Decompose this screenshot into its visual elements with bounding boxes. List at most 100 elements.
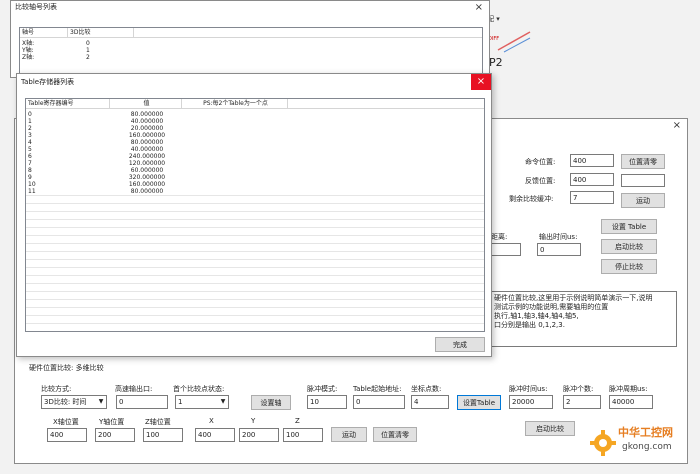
compare-count-label: 剩余比较缓冲: (509, 195, 554, 203)
xpos-field[interactable]: 400 (47, 428, 87, 442)
distance-field[interactable] (491, 243, 521, 256)
grid-line (26, 275, 484, 276)
register-index-cell: 7 (28, 160, 32, 167)
axis-list-view[interactable]: 轴号 3D比较 X轴: 0 Y轴: 1 Z轴: 2 (19, 27, 483, 77)
pos-clear2-button[interactable]: 位置清零 (373, 427, 417, 442)
enc-pos-field[interactable]: 400 (570, 173, 614, 186)
zpos-field[interactable]: 100 (143, 428, 183, 442)
column-header[interactable]: 轴号 (20, 28, 68, 38)
stop-compare-button[interactable]: 停止比较 (601, 259, 657, 274)
column-header[interactable]: PS:每2个Table为一个点 (182, 99, 288, 109)
cmd-pos-label: 命令位置: (525, 158, 556, 166)
z-field[interactable]: 100 (283, 428, 323, 442)
enc-pos-label: 反馈位置: (525, 177, 556, 185)
register-index-cell: 8 (28, 167, 32, 174)
grid-line (26, 243, 484, 244)
compare-mode-select[interactable]: 3D比较: 时间 ▼ (41, 395, 107, 409)
register-value-cell: 240.000000 (128, 153, 166, 160)
column-header[interactable]: 值 (110, 99, 182, 109)
watermark: 中华工控网 gkong.com (590, 420, 696, 464)
pulse-mode-field[interactable]: 10 (307, 395, 347, 409)
axis-list-title: 比较轴号列表 (11, 1, 489, 15)
table-row[interactable]: 5 40.000000 (26, 146, 484, 153)
register-index-cell: 1 (28, 118, 32, 125)
point-count-field[interactable]: 4 (411, 395, 449, 409)
first-state-value: 1 (178, 398, 183, 406)
x-label: X (209, 417, 214, 425)
grid-line (26, 267, 484, 268)
register-index-cell: 10 (28, 181, 36, 188)
register-value-cell: 80.000000 (130, 188, 164, 195)
pulse-mode-label: 脉冲模式: (307, 385, 338, 393)
run-button[interactable]: 运动 (621, 193, 665, 208)
table-row[interactable]: X轴: 0 (20, 40, 482, 47)
set-table-button[interactable]: 设置 Table (601, 219, 657, 234)
table-row[interactable]: 6 240.000000 (26, 153, 484, 160)
table-list-window: Table存储器列表 × Table寄存器编号 值 PS:每2个Table为一个… (16, 73, 492, 357)
main-close-icon[interactable]: × (673, 119, 681, 133)
start-compare2-button[interactable]: 启动比较 (525, 421, 575, 436)
ypos-field[interactable]: 200 (95, 428, 135, 442)
background-label: P2 (489, 56, 503, 69)
table-row[interactable]: 4 80.000000 (26, 139, 484, 146)
table-row[interactable]: 11 80.000000 (26, 188, 484, 195)
run2-button[interactable]: 运动 (331, 427, 367, 442)
y-field[interactable]: 200 (239, 428, 279, 442)
column-header[interactable]: Table寄存器编号 (26, 99, 110, 109)
table-list-title: Table存储器列表 (17, 74, 491, 90)
first-state-select[interactable]: 1 ▼ (175, 395, 229, 409)
cmd-pos-field[interactable]: 400 (570, 154, 614, 167)
pos-clear-button[interactable]: 位置清零 (621, 154, 665, 169)
pulse-time2-field[interactable]: 20000 (509, 395, 553, 409)
done-button[interactable]: 完成 (435, 337, 485, 352)
set-axis-button[interactable]: 设置轴 (251, 395, 291, 410)
table-start-field[interactable]: 0 (353, 395, 405, 409)
compare-mode-value: 3D比较: 时间 (44, 398, 87, 406)
table-start-label: Table起始地址: (353, 385, 402, 393)
grid-line (26, 195, 484, 196)
register-index-cell: 9 (28, 174, 32, 181)
gear-logo-icon (590, 430, 616, 456)
register-index-cell: 2 (28, 125, 32, 132)
compare-count-field[interactable]: 7 (570, 191, 614, 204)
register-index-cell: 0 (28, 111, 32, 118)
register-value-cell: 120.000000 (128, 160, 166, 167)
hs-output-field[interactable]: 0 (116, 395, 168, 409)
extra-field[interactable] (621, 174, 665, 187)
grid-line (26, 323, 484, 324)
x-field[interactable]: 400 (195, 428, 235, 442)
grid-line (26, 251, 484, 252)
grid-line (26, 299, 484, 300)
table-row[interactable]: 2 20.000000 (26, 125, 484, 132)
pulse-time-field[interactable]: 0 (537, 243, 581, 256)
pulse-count-label: 脉冲个数: (563, 385, 594, 393)
grid-line (26, 283, 484, 284)
table-list-header: Table寄存器编号 值 PS:每2个Table为一个点 (26, 99, 484, 109)
table-list-close-icon[interactable]: × (471, 74, 491, 90)
register-value-cell: 20.000000 (130, 125, 164, 132)
column-header[interactable]: 3D比较 (68, 28, 134, 38)
pulse-count-field[interactable]: 2 (563, 395, 601, 409)
first-state-label: 首个比较点状态: (173, 385, 225, 393)
table-row[interactable]: 1 40.000000 (26, 118, 484, 125)
grid-line (26, 203, 484, 204)
axis-list-close-icon[interactable]: × (475, 1, 483, 15)
grid-line (26, 235, 484, 236)
table-row[interactable]: 0 80.000000 (26, 111, 484, 118)
table-row[interactable]: 9 320.000000 (26, 174, 484, 181)
table-row[interactable]: Z轴: 2 (20, 54, 482, 61)
register-value-cell: 80.000000 (130, 111, 164, 118)
pulse-period-field[interactable]: 40000 (609, 395, 653, 409)
register-value-cell: 80.000000 (130, 139, 164, 146)
table-row[interactable]: 8 60.000000 (26, 167, 484, 174)
table-list-view[interactable]: Table寄存器编号 值 PS:每2个Table为一个点 0 80.000000 1… (25, 98, 485, 332)
start-compare-button[interactable]: 启动比较 (601, 239, 657, 254)
table-row[interactable]: Y轴: 1 (20, 47, 482, 54)
table-row[interactable]: 10 160.000000 (26, 181, 484, 188)
set-table2-button[interactable]: 设置Table (457, 395, 501, 410)
pulse-time-label: 输出时间us: (539, 233, 578, 241)
table-row[interactable]: 7 120.000000 (26, 160, 484, 167)
table-row[interactable]: 3 160.000000 (26, 132, 484, 139)
xpos-label: X轴位置 (53, 418, 79, 426)
ypos-label: Y轴位置 (99, 418, 125, 426)
